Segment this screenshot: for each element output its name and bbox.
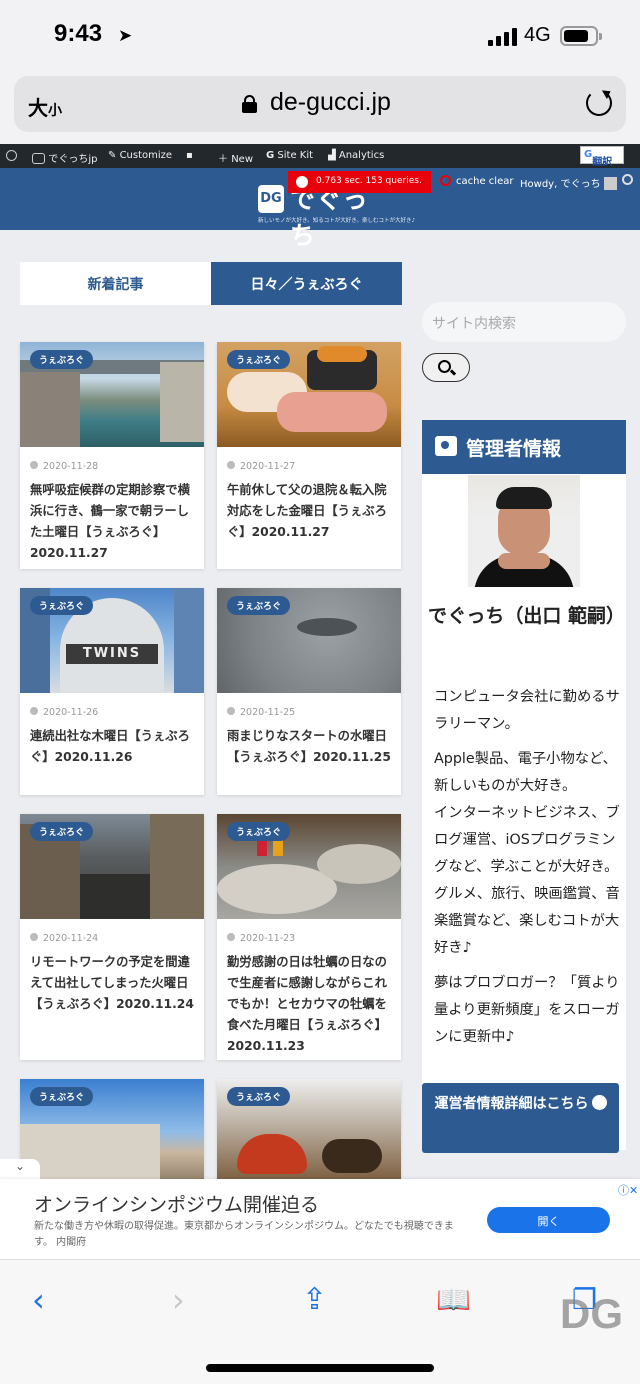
post-title[interactable]: 連続出社な木曜日【うぇぶろぐ】2020.11.26: [30, 726, 194, 768]
clock-icon: [227, 933, 235, 941]
clock-icon: [30, 707, 38, 715]
post-thumbnail-oysters[interactable]: うぇぶろぐ: [217, 814, 401, 919]
post-title[interactable]: 雨まじりなスタートの水曜日【うぇぶろぐ】2020.11.25: [227, 726, 391, 768]
category-badge[interactable]: うぇぶろぐ: [30, 596, 94, 615]
text-size-button[interactable]: 大小: [28, 92, 62, 121]
signal-icon: [488, 28, 518, 46]
lock-icon: [242, 95, 257, 113]
category-badge[interactable]: うぇぶろぐ: [227, 596, 291, 615]
post-thumbnail-station[interactable]: うぇぶろぐ: [20, 1079, 204, 1184]
post-thumbnail-canal[interactable]: うぇぶろぐ: [20, 342, 204, 447]
comment-icon[interactable]: ▪: [186, 150, 193, 161]
battery-icon: [560, 26, 602, 46]
site-tagline: 新しいモノが大好き。知るコトが大好き。楽しむコトが大好き♪: [258, 218, 415, 224]
clock-icon: [30, 933, 38, 941]
category-badge[interactable]: うぇぶろぐ: [30, 1087, 94, 1106]
category-badge[interactable]: うぇぶろぐ: [227, 822, 291, 841]
admin-sitekit-link[interactable]: G Site Kit: [266, 150, 313, 161]
admin-customize-link[interactable]: ✎ Customize: [108, 150, 172, 161]
id-card-icon: [435, 436, 457, 456]
post-tabs: 新着記事 日々／うぇぶろぐ: [20, 262, 402, 305]
header-search-icon[interactable]: [622, 174, 633, 185]
post-card[interactable]: うぇぶろぐ 2020-11-28 無呼吸症候群の定期診察で横浜に行き、鶴一家で朝…: [20, 342, 204, 569]
translate-button[interactable]: G 翻訳: [580, 146, 624, 168]
post-thumbnail-night-street[interactable]: うぇぶろぐ: [20, 814, 204, 919]
clock-icon: [227, 461, 235, 469]
clock-icon: [227, 707, 235, 715]
cache-clear-icon: [440, 175, 451, 186]
back-icon[interactable]: ‹: [32, 1280, 45, 1320]
post-date: 2020-11-24: [30, 933, 204, 944]
category-badge[interactable]: うぇぶろぐ: [30, 350, 94, 369]
ad-banner[interactable]: オンラインシンポジウム開催迫る 新たな働き方や休暇の取得促進。東京都からオンライ…: [0, 1179, 640, 1259]
ad-description: 新たな働き方や休暇の取得促進。東京都からオンラインシンポジウム。どなたでも視聴で…: [34, 1221, 454, 1248]
admin-site-link[interactable]: でぐっちjp: [32, 150, 98, 165]
search-button[interactable]: [422, 353, 470, 382]
category-badge[interactable]: うぇぶろぐ: [30, 822, 94, 841]
post-card[interactable]: うぇぶろぐ: [217, 1079, 401, 1189]
logo-mark: DG: [258, 185, 284, 213]
post-thumbnail-food[interactable]: うぇぶろぐ: [217, 1079, 401, 1184]
admin-bio: コンピュータ会社に勤めるサラリーマン。 Apple製品、電子小物など、新しいもの…: [434, 689, 620, 1045]
post-date: 2020-11-25: [227, 707, 401, 718]
arrow-circle-icon: [591, 1095, 607, 1110]
thumbnail-sign: TWINS: [66, 644, 158, 664]
clock: 9:43: [54, 20, 103, 47]
post-thumbnail-sushi[interactable]: うぇぶろぐ: [217, 342, 401, 447]
post-title[interactable]: 午前休して父の退院＆転入院対応をした金曜日【うぇぶろぐ】2020.11.27: [227, 480, 391, 543]
post-title[interactable]: リモートワークの予定を間違えて出社してしまった火曜日【うぇぶろぐ】2020.11…: [30, 952, 194, 1015]
reload-icon[interactable]: [586, 90, 612, 116]
admin-profile-widget: 管理者情報 でぐっち（出口 範嗣） コンピュータ会社に勤めるサラリーマン。 Ap…: [422, 420, 626, 1150]
post-card[interactable]: うぇぶろぐ: [20, 1079, 204, 1189]
cache-clear-link[interactable]: cache clear: [440, 175, 513, 187]
ios-status-bar: 9:43 ➤ 4G: [0, 0, 640, 72]
post-thumbnail-wet-road[interactable]: うぇぶろぐ: [217, 588, 401, 693]
ad-close-icon[interactable]: ⓘ✕: [618, 1182, 638, 1198]
ad-title[interactable]: オンラインシンポジウム開催迫る: [34, 1190, 319, 1217]
post-thumbnail-twins[interactable]: TWINS うぇぶろぐ: [20, 588, 204, 693]
home-indicator: [206, 1364, 434, 1372]
wordpress-icon[interactable]: [6, 150, 17, 162]
bookmarks-icon[interactable]: 📖: [436, 1280, 471, 1320]
post-card[interactable]: うぇぶろぐ 2020-11-25 雨まじりなスタートの水曜日【うぇぶろぐ】202…: [217, 588, 401, 795]
post-title[interactable]: 勤労感謝の日は牡蠣の日なので生産者に感謝しながらこれでもか！とセカウマの牡蠣を食…: [227, 952, 391, 1057]
post-title[interactable]: 無呼吸症候群の定期診察で横浜に行き、鶴一家で朝ラーした土曜日【うぇぶろぐ】202…: [30, 480, 194, 564]
post-card[interactable]: うぇぶろぐ 2020-11-23 勤労感謝の日は牡蠣の日なので生産者に感謝しなが…: [217, 814, 401, 1060]
wp-admin-bar: でぐっちjp ✎ Customize ▪ ＋ New G Site Kit ▟ …: [0, 144, 640, 168]
chevron-down-icon[interactable]: ⌄: [0, 1159, 40, 1179]
watermark-logo: DG: [560, 1290, 623, 1337]
post-date: 2020-11-23: [227, 933, 401, 944]
tab-daily-weblog[interactable]: 日々／うぇぶろぐ: [211, 262, 402, 305]
tab-new-posts[interactable]: 新着記事: [20, 262, 211, 305]
post-card[interactable]: うぇぶろぐ 2020-11-27 午前休して父の退院＆転入院対応をした金曜日【う…: [217, 342, 401, 569]
browser-address-area: 大小 de-gucci.jp: [0, 72, 640, 144]
query-monitor-badge[interactable]: 0.763 sec. 153 queries.: [288, 171, 431, 193]
category-badge[interactable]: うぇぶろぐ: [227, 1087, 291, 1106]
location-arrow-icon: ➤: [118, 26, 133, 46]
howdy-user-menu[interactable]: Howdy, でぐっち: [520, 175, 617, 190]
clock-icon: [30, 461, 38, 469]
admin-analytics-link[interactable]: ▟ Analytics: [328, 150, 384, 161]
network-label: 4G: [524, 24, 551, 46]
post-card[interactable]: うぇぶろぐ 2020-11-24 リモートワークの予定を間違えて出社してしまった…: [20, 814, 204, 1060]
category-badge[interactable]: うぇぶろぐ: [227, 350, 291, 369]
forward-icon[interactable]: ›: [172, 1280, 185, 1320]
post-date: 2020-11-28: [30, 461, 204, 472]
post-date: 2020-11-26: [30, 707, 204, 718]
admin-photo: [468, 475, 580, 587]
share-icon[interactable]: ⇪: [302, 1280, 327, 1320]
ad-open-button[interactable]: 開く: [487, 1207, 610, 1233]
admin-new-link[interactable]: ＋ New: [218, 150, 253, 165]
user-avatar-icon: [603, 177, 617, 190]
address-bar[interactable]: 大小 de-gucci.jp: [14, 76, 626, 132]
admin-widget-title: 管理者情報: [422, 420, 626, 474]
admin-name: でぐっち（出口 範嗣）: [428, 605, 625, 627]
post-card[interactable]: TWINS うぇぶろぐ 2020-11-26 連続出社な木曜日【うぇぶろぐ】20…: [20, 588, 204, 795]
admin-detail-button[interactable]: 運営者情報詳細はこちら: [422, 1083, 619, 1153]
post-date: 2020-11-27: [227, 461, 401, 472]
sidebar-search-input[interactable]: サイト内検索: [422, 302, 626, 342]
url-text[interactable]: de-gucci.jp: [270, 88, 391, 117]
site-header: DG でぐっち 新しいモノが大好き。知るコトが大好き。楽しむコトが大好き♪ 0.…: [0, 168, 640, 250]
